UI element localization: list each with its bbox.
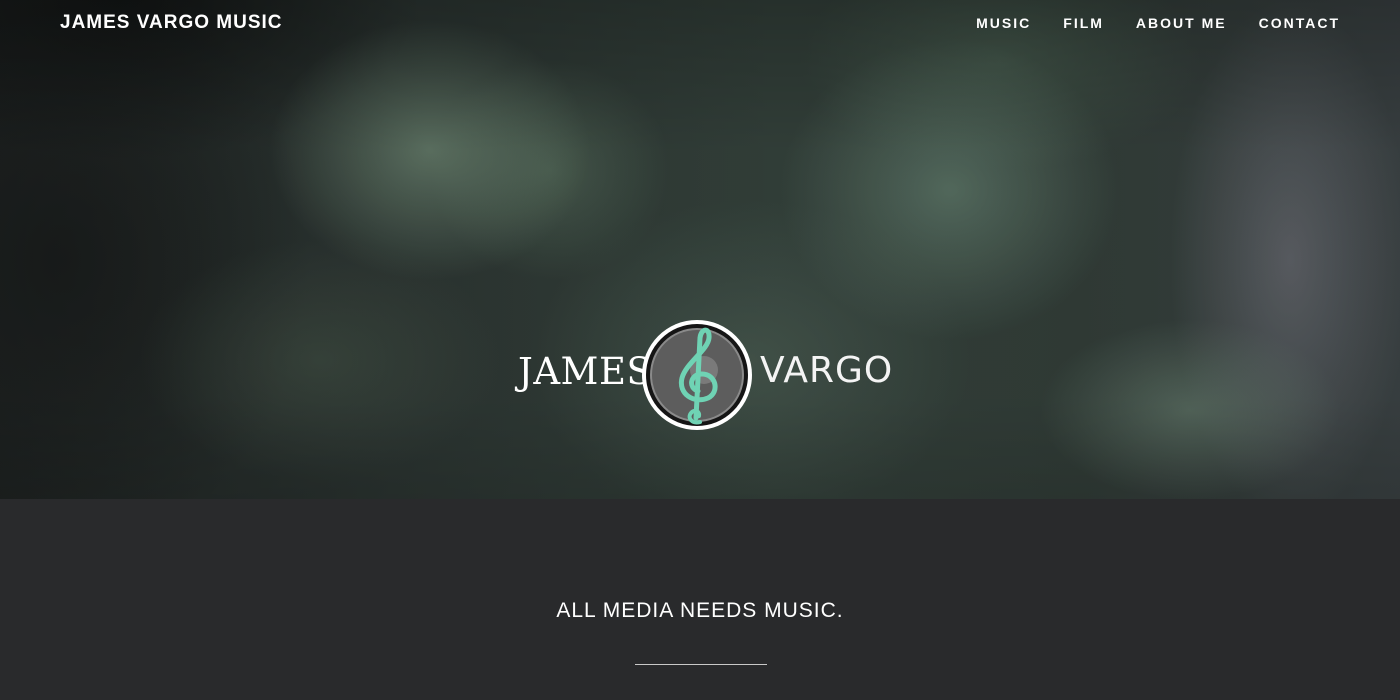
page: JAMES VARGO MUSIC MUSIC FILM ABOUT ME CO… <box>0 0 1400 700</box>
nav-item-film[interactable]: FILM <box>1063 15 1104 31</box>
nav-links: MUSIC FILM ABOUT ME CONTACT <box>944 15 1340 31</box>
nav-item-music[interactable]: MUSIC <box>976 15 1031 31</box>
site-brand-link[interactable]: JAMES VARGO MUSIC <box>60 12 283 34</box>
logo-word-james: JAMES <box>518 350 653 393</box>
hero-section: JAMES VARGO MUSIC MUSIC FILM ABOUT ME CO… <box>0 0 1400 499</box>
section-divider <box>635 664 767 665</box>
nav-item-about-me[interactable]: ABOUT ME <box>1136 15 1227 31</box>
logo-word-vargo: VARGO <box>760 350 894 391</box>
content-section: ALL MEDIA NEEDS MUSIC. <box>0 499 1400 700</box>
top-navbar: JAMES VARGO MUSIC MUSIC FILM ABOUT ME CO… <box>0 0 1400 48</box>
hero-logo: JAMES VARGO <box>518 318 892 432</box>
tagline-heading: ALL MEDIA NEEDS MUSIC. <box>556 599 844 622</box>
nav-item-contact[interactable]: CONTACT <box>1259 15 1340 31</box>
treble-clef-icon <box>642 320 752 430</box>
